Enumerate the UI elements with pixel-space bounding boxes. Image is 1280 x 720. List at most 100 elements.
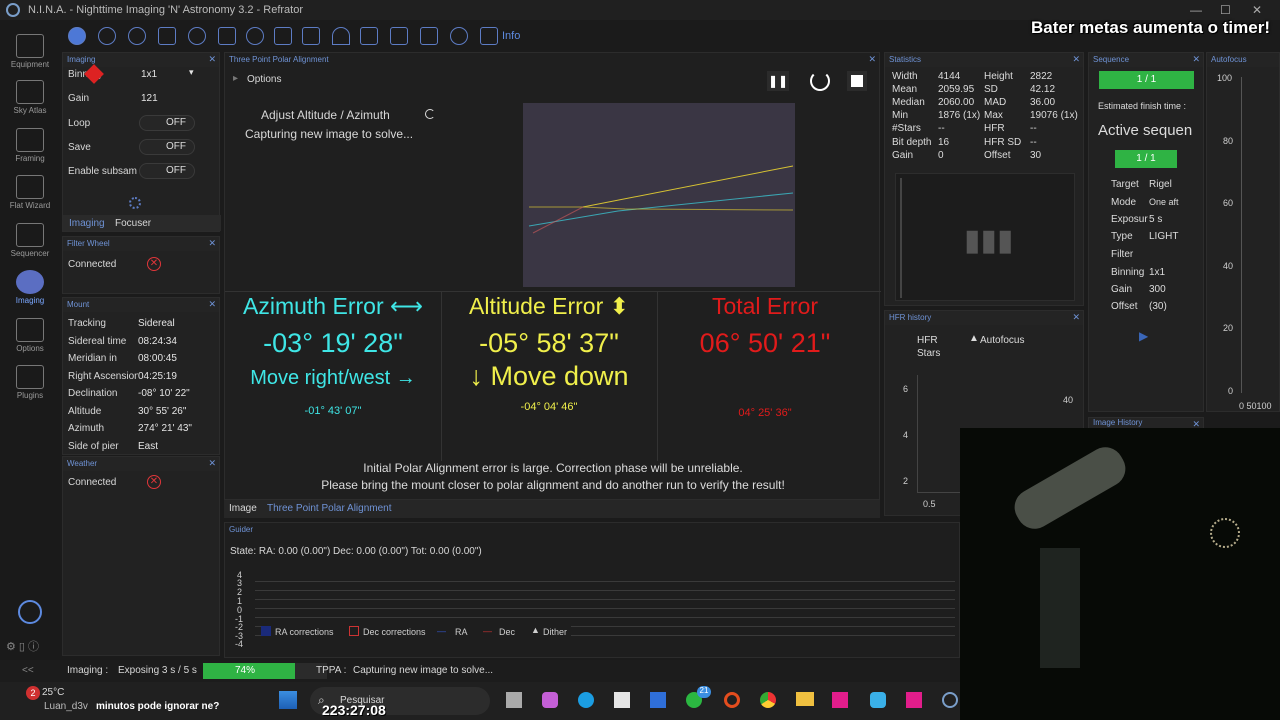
gain-input[interactable]: 121	[141, 93, 158, 104]
nav-imaging[interactable]: Imaging	[0, 270, 60, 305]
focus-target-icon[interactable]	[158, 27, 176, 45]
app-magenta-icon[interactable]	[906, 692, 922, 708]
telescope-tool-icon[interactable]	[218, 27, 236, 45]
azimuth-hint: Move right/west →	[250, 367, 416, 389]
seq-label: Exposur	[1111, 214, 1148, 225]
active-sequence-label: Active sequen	[1098, 122, 1193, 139]
sliders-icon[interactable]	[302, 27, 320, 45]
altitude-error-value: -05° 58' 37"	[479, 328, 619, 358]
shield-icon[interactable]	[480, 27, 498, 45]
total-sub: 04° 25' 36"	[738, 407, 792, 419]
seq-value: LIGHT	[1149, 231, 1179, 242]
focuser-icon[interactable]	[128, 27, 146, 45]
mount-label: Declination	[68, 388, 118, 399]
close-icon[interactable]: ✕	[1252, 3, 1262, 17]
expand-arrow-icon[interactable]: ▸	[233, 73, 238, 84]
tppa-tabs: Image Three Point Polar Alignment	[224, 500, 880, 518]
close-icon[interactable]: ✕	[868, 54, 876, 65]
save-toggle[interactable]: OFF	[139, 139, 195, 155]
stat-value: 2060.00	[938, 97, 975, 108]
seq-label: Gain	[1111, 284, 1133, 295]
stat-label: #Stars	[892, 123, 921, 134]
y-tick: 80	[1223, 136, 1234, 146]
nav-sky-atlas[interactable]: Sky Atlas	[0, 80, 60, 115]
webcam-feed	[960, 428, 1280, 720]
wave-icon[interactable]	[420, 27, 438, 45]
copilot-icon[interactable]	[542, 692, 558, 708]
settings-small-icon[interactable]: ⚙ ▯ ⓘ	[6, 638, 39, 654]
info-link[interactable]: Info	[502, 30, 520, 42]
close-icon[interactable]: ✕	[1072, 54, 1080, 65]
filter-wheel-icon[interactable]	[98, 27, 116, 45]
task-view-icon[interactable]	[506, 692, 522, 708]
dome-icon[interactable]	[332, 27, 350, 45]
options-label[interactable]: Options	[247, 74, 281, 85]
tab-imaging[interactable]: Imaging	[69, 218, 105, 229]
mount-value: 08:00:45	[138, 353, 177, 364]
pause-button[interactable]: ❚❚	[767, 71, 789, 91]
nav-framing[interactable]: Framing	[0, 128, 60, 163]
sequence-list-icon[interactable]	[274, 27, 292, 45]
power-icon[interactable]	[18, 600, 42, 624]
loop-toggle[interactable]: OFF	[139, 115, 195, 131]
tab-three-point-polar-alignment[interactable]: Three Point Polar Alignment	[267, 503, 392, 514]
play-icon[interactable]: ▶	[1139, 329, 1148, 343]
lightbulb-icon[interactable]	[450, 27, 468, 45]
tab-image[interactable]: Image	[229, 503, 257, 514]
close-icon[interactable]: ✕	[208, 299, 216, 310]
binning-select[interactable]: 1x1	[141, 69, 157, 80]
bar-chart-icon[interactable]	[390, 27, 408, 45]
windows-start-icon[interactable]	[279, 691, 297, 709]
y-tick: 40	[1223, 261, 1234, 271]
stat-value: --	[938, 123, 945, 134]
folder-icon[interactable]	[796, 692, 814, 706]
observatory-icon[interactable]	[360, 27, 378, 45]
nina-taskbar-icon[interactable]	[942, 692, 958, 708]
panel-title: Sequence	[1093, 55, 1130, 64]
temperature[interactable]: 25°C	[42, 687, 64, 698]
right-tick: 40	[1063, 395, 1074, 405]
subsample-toggle[interactable]: OFF	[139, 163, 195, 179]
collapse-area: <<	[0, 660, 60, 682]
nav-plugins[interactable]: Plugins	[0, 365, 60, 400]
chevron-down-icon[interactable]: ▾	[189, 67, 194, 78]
mount-label: Right Ascension	[68, 371, 138, 382]
minimize-icon[interactable]: —	[1190, 3, 1202, 17]
star-image	[523, 103, 795, 287]
imaging-status-label: Imaging :	[67, 665, 109, 676]
app-pink-icon[interactable]	[832, 692, 848, 708]
stat-label: Mean	[892, 84, 918, 95]
toolbar: Info	[62, 24, 582, 48]
x-tick: 0.5	[923, 499, 936, 509]
close-icon[interactable]: ✕	[208, 238, 216, 249]
app-blue-icon[interactable]	[870, 692, 886, 708]
close-icon[interactable]: ✕	[1192, 54, 1200, 65]
chrome-icon[interactable]	[760, 692, 776, 708]
edge-icon[interactable]	[578, 692, 594, 708]
mount-value: Sidereal	[138, 318, 175, 329]
stat-value: --	[1030, 137, 1037, 148]
rotator-icon[interactable]	[188, 27, 206, 45]
legend-hfr: HFR	[917, 335, 938, 346]
store-icon[interactable]	[614, 692, 630, 708]
nav-equipment[interactable]: Equipment	[0, 34, 60, 69]
close-icon[interactable]: ✕	[1072, 312, 1080, 323]
nav-label: Equipment	[10, 60, 50, 69]
close-icon[interactable]: ✕	[208, 458, 216, 469]
capture-icon[interactable]	[129, 197, 141, 209]
guider-icon[interactable]	[246, 27, 264, 45]
panel-title: Filter Wheel	[67, 239, 110, 248]
maximize-icon[interactable]: ☐	[1220, 3, 1231, 17]
stop-button[interactable]	[847, 71, 867, 91]
nav-options[interactable]: Options	[0, 318, 60, 353]
nav-flat-wizard[interactable]: Flat Wizard	[0, 175, 60, 210]
app-icon[interactable]	[650, 692, 666, 708]
nav-sequencer[interactable]: Sequencer	[0, 223, 60, 258]
imaging-tabs: Imaging Focuser	[63, 215, 221, 231]
collapse-button[interactable]: <<	[22, 665, 34, 676]
close-icon[interactable]: ✕	[208, 54, 216, 65]
tab-focuser[interactable]: Focuser	[115, 218, 151, 229]
status-label: Capturing new image to solve...	[245, 127, 414, 141]
camera-icon[interactable]	[68, 27, 86, 45]
opera-icon[interactable]	[724, 692, 740, 708]
